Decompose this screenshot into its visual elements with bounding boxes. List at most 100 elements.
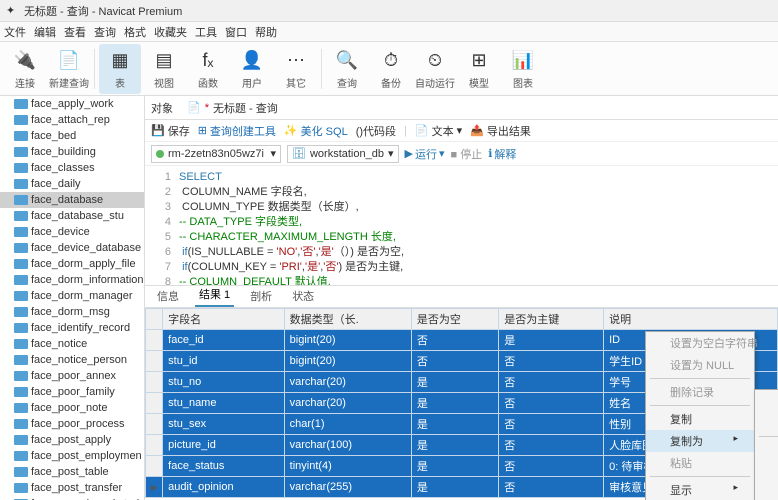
toolbar-自动运行[interactable]: ⏲自动运行 [414, 44, 456, 94]
tab-info[interactable]: 信息 [153, 285, 183, 307]
menu-favorites[interactable]: 收藏夹 [154, 24, 187, 40]
table-face_post_table[interactable]: face_post_table [0, 464, 144, 480]
sub-update[interactable]: Update 语句 [755, 412, 778, 434]
ctx-copy[interactable]: 复制 [646, 408, 754, 430]
sidebar: face_apply_workface_attach_repface_bedfa… [0, 96, 145, 500]
save-button[interactable]: 💾 保存 [151, 123, 190, 139]
sql-editor[interactable]: 1SELECT2 COLUMN_NAME 字段名,3 COLUMN_TYPE 数… [145, 166, 778, 286]
builder-button[interactable]: ⊞ 查询创建工具 [198, 123, 276, 139]
toolbar-新建查询[interactable]: 📄新建查询 [48, 44, 90, 94]
run-button[interactable]: ▶ 运行 ▾ [405, 146, 445, 162]
table-face_classes[interactable]: face_classes [0, 160, 144, 176]
table-icon [14, 483, 28, 493]
新建查询-icon: 📄 [56, 48, 82, 74]
table-face_apply_work[interactable]: face_apply_work [0, 96, 144, 112]
ctx-show[interactable]: 显示 [646, 479, 754, 500]
ctx-set-null[interactable]: 设置为 NULL [646, 354, 754, 376]
table-face_record_workstudy[interactable]: face_record_workstudy [0, 496, 144, 500]
col-header[interactable]: 是否为主键 [499, 309, 604, 330]
其它-icon: ⋯ [283, 48, 309, 74]
tab-profile[interactable]: 剖析 [246, 285, 276, 307]
menu-edit[interactable]: 编辑 [34, 24, 56, 40]
备份-icon: ⏱ [378, 48, 404, 74]
menu-format[interactable]: 格式 [124, 24, 146, 40]
table-face_post_apply[interactable]: face_post_apply [0, 432, 144, 448]
beautify-button[interactable]: ✨ 美化 SQL [284, 123, 348, 139]
table-face_notice[interactable]: face_notice [0, 336, 144, 352]
ctx-set-blank[interactable]: 设置为空白字符串 [646, 332, 754, 354]
table-face_dorm_information[interactable]: face_dorm_information [0, 272, 144, 288]
editor-tabs: 对象 📄*无标题 - 查询 [145, 96, 778, 120]
menu-file[interactable]: 文件 [4, 24, 26, 40]
ctx-copy-as[interactable]: 复制为 [646, 430, 754, 452]
tab-status[interactable]: 状态 [288, 285, 318, 307]
table-icon [14, 387, 28, 397]
table-face_database[interactable]: face_database [0, 192, 144, 208]
col-header[interactable]: 是否为空 [411, 309, 498, 330]
snippet-button[interactable]: ()代码段 [356, 123, 396, 139]
menu-window[interactable]: 窗口 [225, 24, 247, 40]
sub-tab-data[interactable]: 制表符分隔值（数据） [755, 439, 778, 461]
table-face_notice_person[interactable]: face_notice_person [0, 352, 144, 368]
table-face_attach_rep[interactable]: face_attach_rep [0, 112, 144, 128]
toolbar-其它[interactable]: ⋯其它 [275, 44, 317, 94]
table-icon [14, 195, 28, 205]
connection-bar: rm-2zetn83n05wz7i▾ 🗄workstation_db▾ ▶ 运行… [145, 142, 778, 166]
export-button[interactable]: 📤 导出结果 [470, 123, 531, 139]
menu-view[interactable]: 查看 [64, 24, 86, 40]
toolbar-视图[interactable]: ▤视图 [143, 44, 185, 94]
text-button[interactable]: 📄 文本 ▾ [415, 123, 462, 139]
table-face_device[interactable]: face_device [0, 224, 144, 240]
col-header[interactable]: 说明 [604, 309, 778, 330]
table-face_building[interactable]: face_building [0, 144, 144, 160]
menu-tools[interactable]: 工具 [195, 24, 217, 40]
toolbar-函数[interactable]: fₓ函数 [187, 44, 229, 94]
server-select[interactable]: rm-2zetn83n05wz7i▾ [151, 145, 281, 163]
ctx-delete[interactable]: 删除记录 [646, 381, 754, 403]
col-header[interactable]: 数据类型（长. [284, 309, 411, 330]
table-face_poor_note[interactable]: face_poor_note [0, 400, 144, 416]
ctx-paste[interactable]: 粘贴 [646, 452, 754, 474]
table-face_post_employmen[interactable]: face_post_employmen [0, 448, 144, 464]
sub-tab-both[interactable]: 制表符分隔值（字段名和数据） [755, 483, 778, 500]
table-face_post_transfer[interactable]: face_post_transfer [0, 480, 144, 496]
table-icon [14, 307, 28, 317]
toolbar-用户[interactable]: 👤用户 [231, 44, 273, 94]
table-face_dorm_apply_file[interactable]: face_dorm_apply_file [0, 256, 144, 272]
table-face_daily[interactable]: face_daily [0, 176, 144, 192]
表-icon: ▦ [107, 48, 133, 74]
toolbar-查询[interactable]: 🔍查询 [326, 44, 368, 94]
toolbar-图表[interactable]: 📊图表 [502, 44, 544, 94]
table-face_identify_record[interactable]: face_identify_record [0, 320, 144, 336]
table-icon [14, 275, 28, 285]
table-icon [14, 259, 28, 269]
table-face_device_database[interactable]: face_device_database [0, 240, 144, 256]
table-icon [14, 355, 28, 365]
table-face_poor_process[interactable]: face_poor_process [0, 416, 144, 432]
sub-tab-fields[interactable]: 制表符分隔值（字段名） [755, 461, 778, 483]
table-face_poor_family[interactable]: face_poor_family [0, 384, 144, 400]
explain-button[interactable]: ℹ 解释 [488, 146, 516, 162]
app-icon: ✦ [6, 4, 20, 18]
table-face_database_stu[interactable]: face_database_stu [0, 208, 144, 224]
table-face_dorm_manager[interactable]: face_dorm_manager [0, 288, 144, 304]
tab-query[interactable]: 📄*无标题 - 查询 [187, 100, 278, 116]
table-face_dorm_msg[interactable]: face_dorm_msg [0, 304, 144, 320]
db-select[interactable]: 🗄workstation_db▾ [287, 145, 399, 163]
sub-insert[interactable]: Insert 语句 [755, 390, 778, 412]
menu-help[interactable]: 帮助 [255, 24, 277, 40]
toolbar-连接[interactable]: 🔌连接 [4, 44, 46, 94]
table-icon [14, 291, 28, 301]
table-face_bed[interactable]: face_bed [0, 128, 144, 144]
toolbar-表[interactable]: ▦表 [99, 44, 141, 94]
table-face_poor_annex[interactable]: face_poor_annex [0, 368, 144, 384]
table-icon [14, 467, 28, 477]
table-icon [14, 147, 28, 157]
menu-query[interactable]: 查询 [94, 24, 116, 40]
tab-result1[interactable]: 结果 1 [195, 283, 234, 307]
toolbar-模型[interactable]: ⊞模型 [458, 44, 500, 94]
toolbar-备份[interactable]: ⏱备份 [370, 44, 412, 94]
tab-objects[interactable]: 对象 [151, 100, 173, 116]
col-header[interactable]: 字段名 [163, 309, 284, 330]
stop-button[interactable]: ■ 停止 [451, 146, 483, 162]
